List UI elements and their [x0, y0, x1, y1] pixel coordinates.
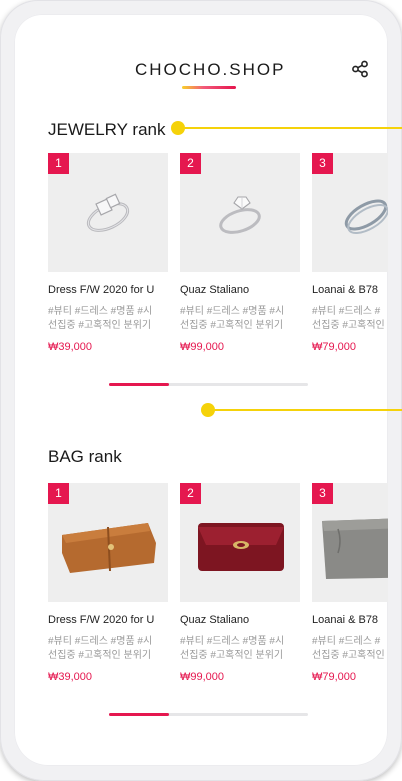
jewelry-carousel[interactable]: 1 Dress F/W 2020 for U #뷰티 #드레스 #명품 #시 선… [48, 153, 388, 383]
rank-badge: 3 [312, 153, 333, 174]
product-price: ₩39,000 [48, 341, 93, 353]
product-price: ₩99,000 [180, 341, 225, 353]
product-tags-line: #뷰티 #드레스 #명품 #시 [180, 636, 285, 647]
carousel-pager-fill [109, 713, 169, 716]
product-tags-line: 선집중 #고혹적인 분위기 [180, 320, 284, 331]
product-tags: #뷰티 #드레스 # 선집중 #고혹적인 [312, 305, 388, 333]
product-price: ₩79,000 [312, 341, 357, 353]
product-tags-line: 선집중 #고혹적인 [312, 650, 385, 661]
product-name[interactable]: Quaz Staliano [180, 284, 249, 296]
product-name[interactable]: Dress F/W 2020 for U [48, 284, 154, 296]
share-icon[interactable] [351, 60, 369, 78]
product-price: ₩99,000 [180, 671, 225, 683]
product-name[interactable]: Dress F/W 2020 for U [48, 614, 154, 626]
annotation-line [182, 127, 402, 129]
carousel-pager-fill [109, 383, 169, 386]
product-tags: #뷰티 #드레스 #명품 #시 선집중 #고혹적인 분위기 [180, 635, 300, 663]
annotation-line [212, 409, 402, 411]
product-tags: #뷰티 #드레스 # 선집중 #고혹적인 [312, 635, 388, 663]
product-name[interactable]: Loanai & B78 [312, 614, 378, 626]
brand-logo[interactable]: CHOCHO.SHOP [135, 60, 285, 80]
section-title-bag: BAG rank [48, 447, 122, 466]
brand-underline [182, 86, 236, 89]
product-name[interactable]: Quaz Staliano [180, 614, 249, 626]
rank-badge: 1 [48, 153, 69, 174]
product-tags-line: #뷰티 #드레스 # [312, 636, 381, 647]
product-tags-line: 선집중 #고혹적인 분위기 [48, 320, 152, 331]
rank-badge: 3 [312, 483, 333, 504]
product-tags-line: #뷰티 #드레스 #명품 #시 [48, 636, 153, 647]
rank-badge: 1 [48, 483, 69, 504]
rank-badge: 2 [180, 153, 201, 174]
rank-badge: 2 [180, 483, 201, 504]
product-tags: #뷰티 #드레스 #명품 #시 선집중 #고혹적인 분위기 [180, 305, 300, 333]
bag-carousel[interactable]: 1 Dress F/W 2020 for U #뷰티 #드레스 #명품 #시 선… [48, 483, 388, 713]
product-tags: #뷰티 #드레스 #명품 #시 선집중 #고혹적인 분위기 [48, 305, 168, 333]
product-tags: #뷰티 #드레스 #명품 #시 선집중 #고혹적인 분위기 [48, 635, 168, 663]
section-title-jewelry: JEWELRY rank [48, 120, 166, 139]
product-tags-line: 선집중 #고혹적인 분위기 [180, 650, 284, 661]
product-tags-line: #뷰티 #드레스 # [312, 306, 381, 317]
carousel-pager-jewelry[interactable] [109, 383, 308, 386]
product-name[interactable]: Loanai & B78 [312, 284, 378, 296]
product-tags-line: 선집중 #고혹적인 분위기 [48, 650, 152, 661]
product-tags-line: #뷰티 #드레스 #명품 #시 [48, 306, 153, 317]
carousel-pager-bag[interactable] [109, 713, 308, 716]
product-price: ₩79,000 [312, 671, 357, 683]
product-price: ₩39,000 [48, 671, 93, 683]
product-tags-line: 선집중 #고혹적인 [312, 320, 385, 331]
product-tags-line: #뷰티 #드레스 #명품 #시 [180, 306, 285, 317]
